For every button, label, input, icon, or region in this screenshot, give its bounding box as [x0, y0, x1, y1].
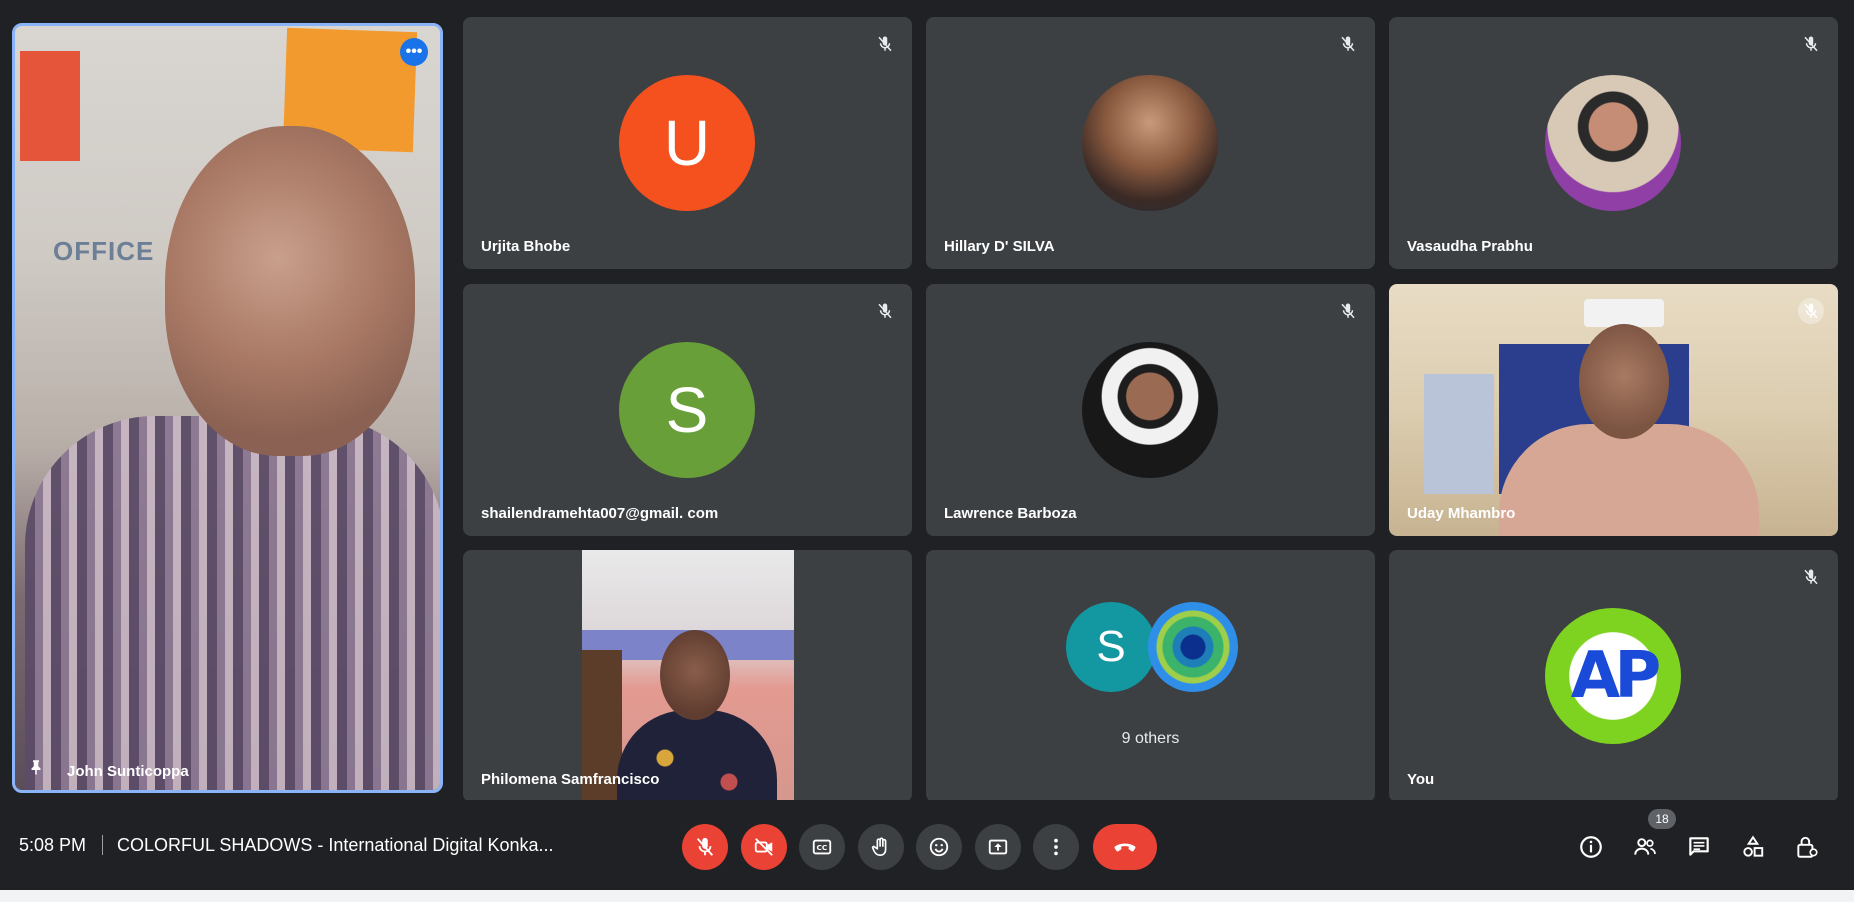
chat-icon — [1689, 837, 1709, 856]
others-tile[interactable]: S 9 others — [926, 550, 1375, 802]
info-icon — [1580, 836, 1602, 858]
participant-name: You — [1407, 771, 1435, 788]
meeting-title: COLORFUL SHADOWS - International Digital… — [117, 835, 554, 855]
profile-photo-avatar — [1082, 342, 1218, 478]
participant-name: John Sunticoppa — [67, 763, 189, 780]
participant-video-tile[interactable]: Uday Mhambro — [1389, 284, 1838, 536]
meeting-info-button[interactable] — [1576, 832, 1606, 862]
avatar: S — [619, 342, 755, 478]
participant-body — [617, 710, 777, 802]
mic-toggle-button[interactable] — [682, 824, 728, 870]
leave-call-button[interactable] — [1093, 824, 1157, 870]
host-controls-button[interactable] — [1792, 832, 1822, 862]
people-button[interactable] — [1630, 832, 1660, 862]
participant-name: Urjita Bhobe — [481, 238, 571, 255]
chat-button[interactable] — [1684, 832, 1714, 862]
divider — [102, 835, 103, 855]
participant-shirt — [25, 416, 440, 790]
mic-off-icon — [872, 31, 898, 57]
more-vert-icon — [1054, 838, 1058, 856]
participant-name: Hillary D' SILVA — [944, 238, 1055, 255]
reactions-button[interactable] — [916, 824, 962, 870]
wall-poster-red — [20, 51, 80, 161]
profile-photo-avatar — [1545, 75, 1681, 211]
more-options-icon[interactable]: ••• — [400, 38, 428, 66]
camera-toggle-button[interactable] — [741, 824, 787, 870]
phone-hangup-icon — [1114, 843, 1136, 852]
featured-participant-tile[interactable]: OFFICE ••• John Sunticoppa — [12, 23, 443, 793]
svg-text:CC: CC — [817, 843, 828, 852]
shapes-icon — [1743, 835, 1764, 857]
participant-name: Philomena Samfrancisco — [481, 771, 660, 788]
participant-name: Lawrence Barboza — [944, 505, 1077, 522]
lock-person-icon — [1797, 836, 1818, 858]
browser-bottom-strip — [0, 890, 1854, 902]
avatar: S — [1066, 602, 1156, 692]
raise-hand-button[interactable] — [858, 824, 904, 870]
profile-photo-avatar — [1082, 75, 1218, 211]
participant-name: Uday Mhambro — [1407, 505, 1516, 522]
participant-tile[interactable]: U Urjita Bhobe — [463, 17, 912, 269]
mic-off-icon — [1798, 564, 1824, 590]
self-tile[interactable]: AP You — [1389, 550, 1838, 802]
captions-button[interactable]: CC — [799, 824, 845, 870]
participant-name: shailendramehta007@gmail. com — [481, 505, 719, 522]
participant-head — [165, 126, 415, 456]
mic-off-icon — [1798, 31, 1824, 57]
office-sign: OFFICE — [53, 236, 155, 266]
captions-icon: CC — [812, 839, 832, 855]
participant-tile[interactable]: Hillary D' SILVA — [926, 17, 1375, 269]
present-icon — [988, 839, 1008, 855]
mic-off-icon — [1798, 298, 1824, 324]
ap-logo-avatar: AP — [1545, 608, 1681, 744]
activities-button[interactable] — [1738, 832, 1768, 862]
mic-off-icon — [1335, 298, 1361, 324]
participant-head — [1579, 324, 1669, 439]
participant-head — [660, 630, 730, 720]
mic-off-icon — [696, 837, 714, 856]
wall-chart — [1424, 374, 1494, 494]
participant-tile[interactable]: Lawrence Barboza — [926, 284, 1375, 536]
others-avatar-stack: S — [1066, 602, 1238, 692]
participant-video-tile[interactable]: Philomena Samfrancisco — [463, 550, 912, 802]
mic-off-icon — [1335, 31, 1361, 57]
camera-off-icon — [754, 838, 773, 856]
more-options-button[interactable] — [1033, 824, 1079, 870]
participant-tile[interactable]: S shailendramehta007@gmail. com — [463, 284, 912, 536]
avatar: U — [619, 75, 755, 211]
participant-tile[interactable]: Vasaudha Prabhu — [1389, 17, 1838, 269]
participant-video — [582, 550, 794, 802]
pin-icon[interactable] — [27, 758, 45, 776]
present-screen-button[interactable] — [975, 824, 1021, 870]
emoji-icon — [929, 837, 949, 857]
meeting-clock: 5:08 PM — [19, 835, 87, 855]
participant-name: Vasaudha Prabhu — [1407, 238, 1533, 255]
raise-hand-icon — [871, 837, 887, 857]
others-count-label: 9 others — [1121, 730, 1180, 747]
mic-off-icon — [872, 298, 898, 324]
participant-body — [1499, 424, 1759, 536]
people-icon — [1634, 838, 1656, 855]
peacock-feather-avatar — [1148, 602, 1238, 692]
air-conditioner — [1584, 299, 1664, 327]
participant-count-badge: 18 — [1648, 809, 1676, 829]
